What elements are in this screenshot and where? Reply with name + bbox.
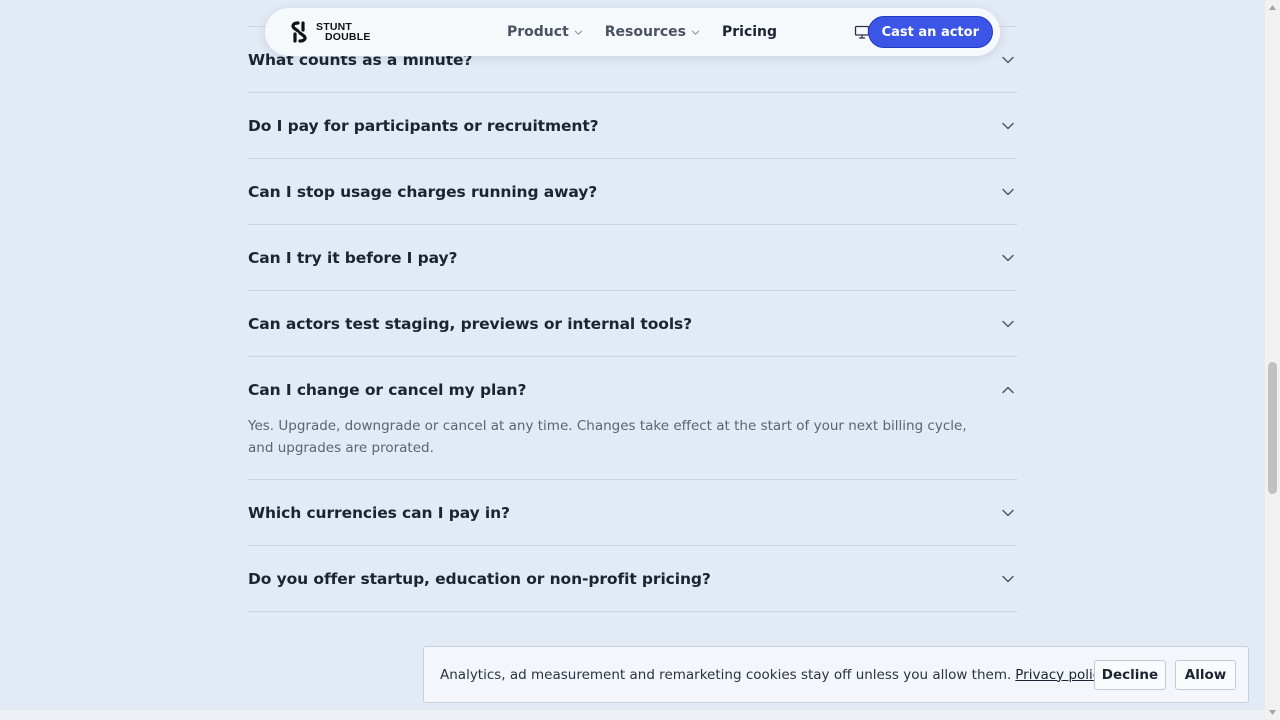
faq-item: Can I try it before I pay?: [248, 225, 1017, 291]
faq-item: Can actors test staging, previews or int…: [248, 291, 1017, 357]
allow-button[interactable]: Allow: [1175, 660, 1236, 690]
chevron-down-icon: [1002, 254, 1014, 261]
faq-question-toggle[interactable]: Can I stop usage charges running away?: [248, 159, 1017, 224]
scroll-down-arrow-icon[interactable]: [1269, 710, 1276, 715]
faq-question-toggle[interactable]: Can I try it before I pay?: [248, 225, 1017, 290]
chevron-down-icon: [1002, 56, 1014, 63]
scrollbar-thumb[interactable]: [1268, 362, 1277, 494]
nav-product[interactable]: Product: [507, 24, 583, 40]
cookie-banner: Analytics, ad measurement and remarketin…: [423, 646, 1249, 703]
chevron-down-icon: [1002, 188, 1014, 195]
faq-item-expanded: Can I change or cancel my plan? Yes. Upg…: [248, 357, 1017, 480]
cookie-text: Analytics, ad measurement and remarketin…: [440, 666, 1012, 683]
faq-list: What counts as a minute? Do I pay for pa…: [248, 26, 1017, 612]
faq-question: Can actors test staging, previews or int…: [248, 314, 693, 333]
faq-question-toggle[interactable]: Do I pay for participants or recruitment…: [248, 93, 1017, 158]
faq-item: Which currencies can I pay in?: [248, 480, 1017, 546]
faq-question-toggle[interactable]: Do you offer startup, education or non-p…: [248, 546, 1017, 611]
chevron-down-icon: [574, 30, 582, 35]
faq-question: Which currencies can I pay in?: [248, 503, 510, 522]
faq-question: Do I pay for participants or recruitment…: [248, 116, 599, 135]
vertical-scrollbar[interactable]: [1265, 0, 1280, 720]
logo-line-2: DOUBLE: [325, 31, 371, 43]
faq-answer: Yes. Upgrade, downgrade or cancel at any…: [248, 418, 967, 456]
chevron-down-icon: [691, 30, 700, 35]
nav-product-label: Product: [507, 24, 569, 40]
nav-pricing-label: Pricing: [722, 24, 778, 40]
faq-question-toggle[interactable]: Which currencies can I pay in?: [248, 480, 1017, 545]
faq-question-toggle[interactable]: Can actors test staging, previews or int…: [248, 291, 1017, 356]
chevron-down-icon: [1002, 320, 1014, 327]
chevron-down-icon: [1002, 122, 1014, 129]
logo[interactable]: STUNT DOUBLE: [289, 21, 371, 43]
cast-actor-button[interactable]: Cast an actor: [867, 16, 993, 48]
faq-question-toggle[interactable]: Can I change or cancel my plan?: [248, 357, 1017, 422]
horizontal-scrollbar[interactable]: [0, 710, 1265, 720]
faq-question: Do you offer startup, education or non-p…: [248, 569, 711, 588]
scroll-up-arrow-icon[interactable]: [1269, 5, 1276, 10]
chevron-down-icon: [1002, 575, 1014, 582]
nav-resources[interactable]: Resources: [605, 24, 700, 40]
chevron-down-icon: [1002, 509, 1014, 516]
logo-wordmark: STUNT DOUBLE: [316, 22, 371, 43]
faq-question: Can I stop usage charges running away?: [248, 182, 598, 201]
faq-item: Do you offer startup, education or non-p…: [248, 546, 1017, 612]
chevron-up-icon: [1002, 386, 1014, 393]
top-nav: STUNT DOUBLE Product Resources Pricing C…: [265, 8, 1000, 56]
faq-item: Can I stop usage charges running away?: [248, 159, 1017, 225]
nav-pricing[interactable]: Pricing: [722, 24, 777, 40]
stunt-double-logo-icon: [291, 21, 307, 43]
decline-button[interactable]: Decline: [1094, 660, 1166, 690]
cookie-message: Analytics, ad measurement and remarketin…: [440, 667, 1108, 683]
faq-item: Do I pay for participants or recruitment…: [248, 93, 1017, 159]
nav-links: Product Resources Pricing: [507, 8, 799, 56]
faq-question: Can I change or cancel my plan?: [248, 380, 527, 399]
faq-question: Can I try it before I pay?: [248, 248, 458, 267]
nav-resources-label: Resources: [604, 24, 686, 40]
